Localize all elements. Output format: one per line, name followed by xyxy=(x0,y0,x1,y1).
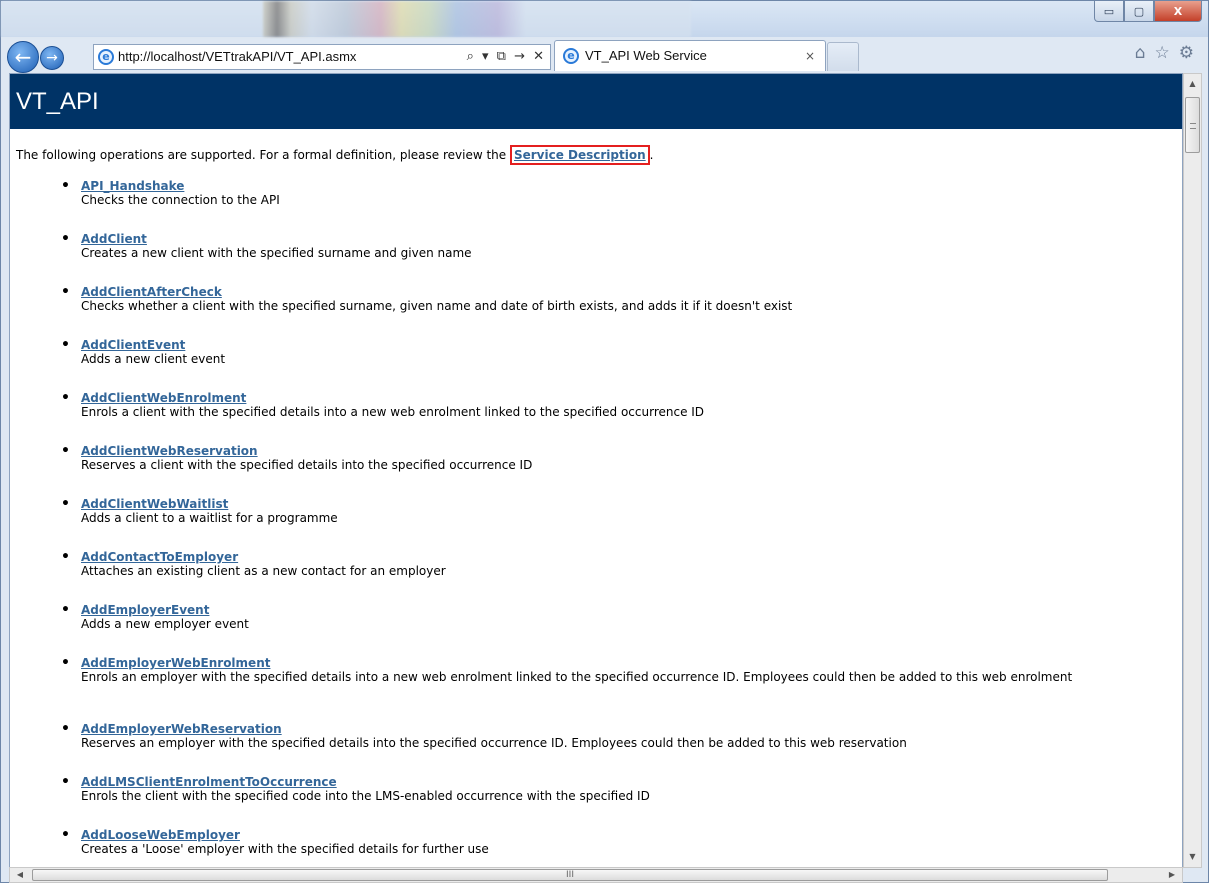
operation-description: Reserves an employer with the specified … xyxy=(81,736,907,750)
ie-page-icon: e xyxy=(98,49,114,65)
intro-text: The following operations are supported. … xyxy=(16,148,510,162)
list-item: AddEmployerEventAdds a new employer even… xyxy=(10,602,1182,656)
operation-link[interactable]: AddContactToEmployer xyxy=(81,550,1182,564)
title-bar: ▭ ▢ X xyxy=(1,1,1208,37)
scroll-left-icon[interactable]: ◀ xyxy=(12,868,28,882)
list-item: AddClientAfterCheckChecks whether a clie… xyxy=(10,284,1182,338)
list-item: AddClientWebEnrolmentEnrols a client wit… xyxy=(10,390,1182,444)
tab-vt-api[interactable]: e VT_API Web Service × xyxy=(554,40,826,71)
home-icon[interactable]: ⌂ xyxy=(1135,43,1146,67)
page-heading: VT_API xyxy=(10,74,1182,129)
service-description-link[interactable]: Service Description xyxy=(514,148,646,162)
address-bar[interactable]: e http://localhost/VETtrakAPI/VT_API.asm… xyxy=(93,44,551,70)
list-item: AddClientWebReservationReserves a client… xyxy=(10,443,1182,497)
list-item: AddClientCreates a new client with the s… xyxy=(10,231,1182,285)
forward-button[interactable]: → xyxy=(40,46,64,70)
scroll-right-icon[interactable]: ▶ xyxy=(1164,868,1180,882)
operation-description: Checks whether a client with the specifi… xyxy=(81,299,793,313)
operation-link[interactable]: AddLMSClientEnrolmentToOccurrence xyxy=(81,775,1182,789)
address-url[interactable]: http://localhost/VETtrakAPI/VT_API.asmx xyxy=(118,45,356,69)
operation-description: Reserves a client with the specified det… xyxy=(81,458,533,472)
operation-link[interactable]: AddClient xyxy=(81,232,1182,246)
operation-description: Checks the connection to the API xyxy=(81,193,280,207)
vertical-scroll-thumb[interactable] xyxy=(1185,97,1200,153)
minimize-button[interactable]: ▭ xyxy=(1094,1,1124,22)
list-item: AddLMSClientEnrolmentToOccurrenceEnrols … xyxy=(10,774,1182,828)
vertical-scrollbar[interactable]: ▲ ▼ xyxy=(1183,73,1202,868)
operation-description: Adds a new client event xyxy=(81,352,226,366)
operation-description: Enrols a client with the specified detai… xyxy=(81,405,705,419)
service-description-highlight: Service Description xyxy=(509,145,650,165)
toolbar-right-icons: ⌂ ☆ ⚙ xyxy=(1135,43,1194,67)
scroll-up-icon[interactable]: ▲ xyxy=(1184,76,1201,92)
page-viewport: VT_API The following operations are supp… xyxy=(9,73,1183,868)
operation-link[interactable]: AddEmployerWebEnrolment xyxy=(81,656,1182,670)
operation-description: Creates a new client with the specified … xyxy=(81,246,472,260)
operation-description: Creates a 'Loose' employer with the spec… xyxy=(81,842,489,856)
gear-icon[interactable]: ⚙ xyxy=(1179,43,1194,67)
list-item: AddEmployerWebEnrolmentEnrols an employe… xyxy=(10,655,1182,722)
operation-link[interactable]: AddEmployerWebReservation xyxy=(81,722,1182,736)
new-tab-button[interactable] xyxy=(827,42,859,71)
address-tools[interactable]: ⌕ ▾ ⧉ → ✕ xyxy=(467,45,546,69)
close-button[interactable]: X xyxy=(1154,1,1202,22)
tab-favicon-icon: e xyxy=(563,48,579,64)
navigation-bar: ← → e http://localhost/VETtrakAPI/VT_API… xyxy=(1,37,1208,73)
list-item: AddContactToEmployerAttaches an existing… xyxy=(10,549,1182,603)
page-content: The following operations are supported. … xyxy=(10,145,1182,867)
operation-link[interactable]: AddLooseWebEmployer xyxy=(81,828,1182,842)
back-arrow-icon: ← xyxy=(14,45,32,69)
tab-close-icon[interactable]: × xyxy=(805,41,815,71)
horizontal-scroll-thumb[interactable]: III xyxy=(32,869,1108,881)
tab-title: VT_API Web Service xyxy=(585,48,707,63)
operation-description: Adds a client to a waitlist for a progra… xyxy=(81,511,338,525)
operations-list: API_HandshakeChecks the connection to th… xyxy=(10,178,1182,867)
back-button[interactable]: ← xyxy=(7,41,39,73)
operation-description: Attaches an existing client as a new con… xyxy=(81,564,446,578)
intro-paragraph: The following operations are supported. … xyxy=(16,145,1182,165)
star-icon[interactable]: ☆ xyxy=(1155,43,1170,67)
intro-end: . xyxy=(649,148,654,162)
window-controls: ▭ ▢ X xyxy=(1094,1,1202,23)
taskbar-thumbnails xyxy=(1,1,691,37)
operation-description: Enrols an employer with the specified de… xyxy=(81,670,1073,684)
browser-window: ▭ ▢ X ← → e http://localhost/VETtrakAPI/… xyxy=(0,0,1209,883)
list-item: AddLooseWebEmployerCreates a 'Loose' emp… xyxy=(10,827,1182,867)
operation-link[interactable]: API_Handshake xyxy=(81,179,1182,193)
scroll-down-icon[interactable]: ▼ xyxy=(1184,849,1201,865)
operation-link[interactable]: AddEmployerEvent xyxy=(81,603,1182,617)
list-item: API_HandshakeChecks the connection to th… xyxy=(10,178,1182,232)
operation-link[interactable]: AddClientWebWaitlist xyxy=(81,497,1182,511)
operation-link[interactable]: AddClientWebReservation xyxy=(81,444,1182,458)
horizontal-scrollbar[interactable]: ◀ III ▶ xyxy=(9,867,1183,883)
grip-icon xyxy=(1190,123,1196,129)
forward-arrow-icon: → xyxy=(46,50,58,66)
list-item: AddClientEventAdds a new client event xyxy=(10,337,1182,391)
list-item: AddEmployerWebReservationReserves an emp… xyxy=(10,721,1182,775)
operation-description: Enrols the client with the specified cod… xyxy=(81,789,650,803)
operation-description: Adds a new employer event xyxy=(81,617,249,631)
operation-link[interactable]: AddClientAfterCheck xyxy=(81,285,1182,299)
list-item: AddClientWebWaitlistAdds a client to a w… xyxy=(10,496,1182,550)
operation-link[interactable]: AddClientWebEnrolment xyxy=(81,391,1182,405)
operation-link[interactable]: AddClientEvent xyxy=(81,338,1182,352)
maximize-button[interactable]: ▢ xyxy=(1124,1,1154,22)
